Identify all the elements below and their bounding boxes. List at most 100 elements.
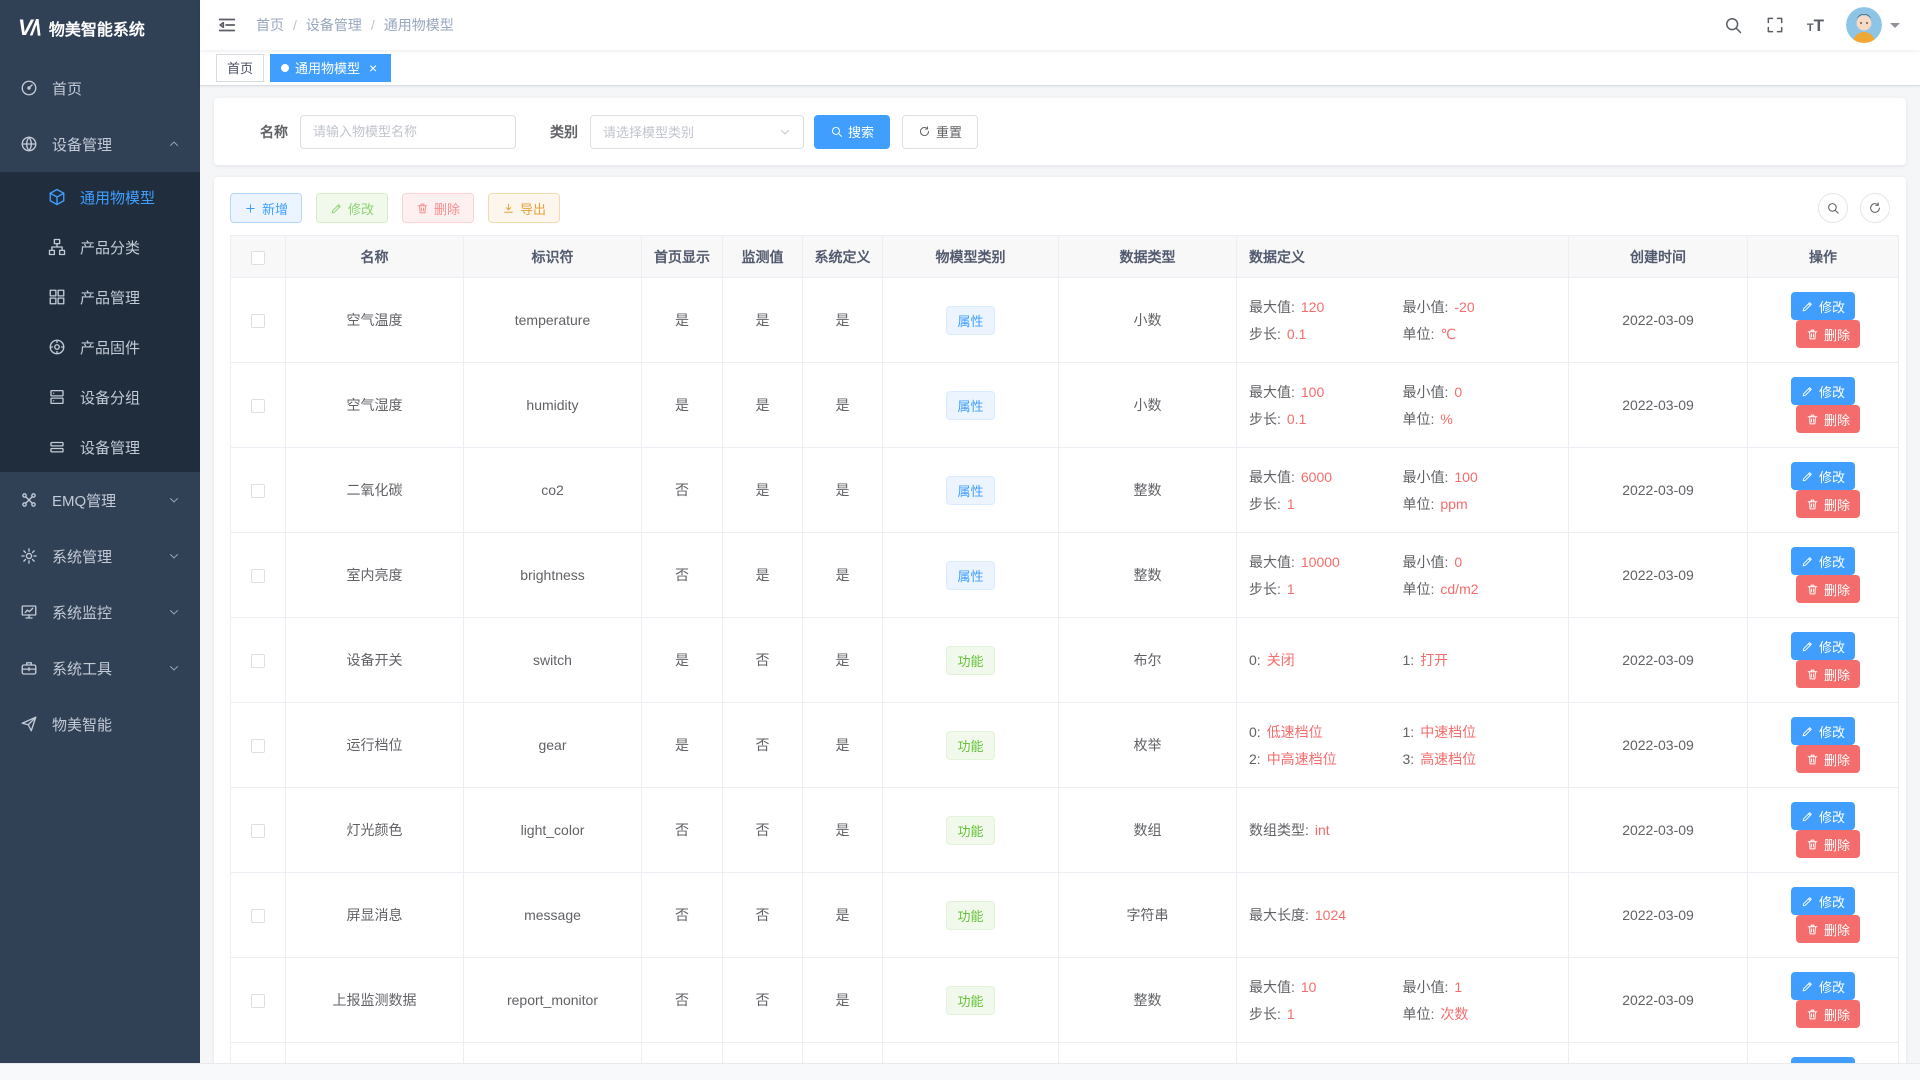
row-checkbox[interactable] <box>251 909 265 923</box>
sidebar-item-label: 产品管理 <box>80 287 180 308</box>
close-icon[interactable]: × <box>366 61 380 75</box>
tag-home[interactable]: 首页 <box>216 54 264 82</box>
cell-identifier: brightness <box>464 533 642 618</box>
category-filter-select[interactable]: 请选择模型类别 <box>590 115 804 149</box>
breadcrumb-device-management[interactable]: 设备管理 <box>306 15 362 35</box>
pencil-icon <box>1801 555 1814 568</box>
row-delete-button[interactable]: 删除 <box>1796 660 1860 688</box>
row-checkbox[interactable] <box>251 484 265 498</box>
row-checkbox[interactable] <box>251 654 265 668</box>
row-delete-button[interactable]: 删除 <box>1796 745 1860 773</box>
column-header-7: 数据定义 <box>1237 236 1569 278</box>
sidebar-item-device-list[interactable]: 设备管理 <box>0 422 200 472</box>
refresh-table-button[interactable] <box>1860 193 1890 223</box>
sidebar-item-system-monitor[interactable]: 系统监控 <box>0 584 200 640</box>
row-edit-button[interactable]: 修改 <box>1791 462 1855 490</box>
row-checkbox[interactable] <box>251 739 265 753</box>
row-edit-button[interactable]: 修改 <box>1791 887 1855 915</box>
plus-icon <box>244 202 257 215</box>
sidebar-item-product-category[interactable]: 产品分类 <box>0 222 200 272</box>
sidebar-toggle-icon[interactable] <box>216 14 238 36</box>
edit-button[interactable]: 修改 <box>316 193 388 223</box>
row-delete-button[interactable]: 删除 <box>1796 830 1860 858</box>
category-badge: 功能 <box>946 731 994 760</box>
sidebar-menu: 首页设备管理通用物模型产品分类产品管理产品固件设备分组设备管理EMQ管理系统管理… <box>0 56 200 1063</box>
sidebar-item-label: 通用物模型 <box>80 187 180 208</box>
trash-icon <box>1806 413 1819 426</box>
search-button[interactable]: 搜索 <box>814 115 890 149</box>
row-edit-button[interactable]: 修改 <box>1791 802 1855 830</box>
row-checkbox[interactable] <box>251 994 265 1008</box>
sidebar-item-thing-model[interactable]: 通用物模型 <box>0 172 200 222</box>
row-delete-button[interactable]: 删除 <box>1796 490 1860 518</box>
row-delete-button[interactable]: 删除 <box>1796 320 1860 348</box>
pencil-icon <box>1801 640 1814 653</box>
sidebar-item-device-management[interactable]: 设备管理 <box>0 116 200 172</box>
data-definition: 0:关闭1:打开 <box>1249 650 1556 670</box>
row-edit-button[interactable]: 修改 <box>1791 717 1855 745</box>
delete-button[interactable]: 删除 <box>402 193 474 223</box>
name-filter-input[interactable] <box>300 115 516 149</box>
row-edit-button[interactable]: 修改 <box>1791 972 1855 1000</box>
row-edit-button[interactable]: 修改 <box>1791 632 1855 660</box>
breadcrumb-home[interactable]: 首页 <box>256 15 284 35</box>
table-row: 空气温度temperature是是是属性小数最大值:120最小值:-20步长:0… <box>231 278 1899 363</box>
tag-thing-model[interactable]: 通用物模型 × <box>270 54 391 82</box>
sidebar-item-device-group[interactable]: 设备分组 <box>0 372 200 422</box>
sidebar-item-product-firmware[interactable]: 产品固件 <box>0 322 200 372</box>
select-all-checkbox[interactable] <box>251 251 265 265</box>
sidebar-item-product-management[interactable]: 产品管理 <box>0 272 200 322</box>
pencil-icon <box>1801 470 1814 483</box>
scrollbar-track[interactable] <box>0 1063 1920 1080</box>
edit-button-label: 修改 <box>348 199 374 218</box>
column-header-4: 系统定义 <box>803 236 883 278</box>
font-size-icon[interactable]: TT <box>1807 17 1824 34</box>
trash-icon <box>1806 668 1819 681</box>
chevron-up-icon <box>168 138 180 150</box>
row-checkbox[interactable] <box>251 824 265 838</box>
row-edit-button[interactable]: 修改 <box>1791 377 1855 405</box>
row-delete-button[interactable]: 删除 <box>1796 405 1860 433</box>
reset-button[interactable]: 重置 <box>902 115 978 149</box>
cell-created-time: 2022-03-09 <box>1569 363 1748 448</box>
sidebar-item-emq-management[interactable]: EMQ管理 <box>0 472 200 528</box>
cell-monitor: 否 <box>723 618 803 703</box>
user-menu[interactable] <box>1846 7 1900 43</box>
sidebar-item-system-management[interactable]: 系统管理 <box>0 528 200 584</box>
fullscreen-icon[interactable] <box>1765 15 1785 35</box>
column-header-9: 操作 <box>1748 236 1899 278</box>
sidebar-item-label: 系统工具 <box>52 658 168 679</box>
row-delete-button[interactable]: 删除 <box>1796 575 1860 603</box>
row-checkbox[interactable] <box>251 569 265 583</box>
top-navbar: 首页 / 设备管理 / 通用物模型 TT <box>200 0 1920 50</box>
sidebar-item-home[interactable]: 首页 <box>0 60 200 116</box>
cell-system-defined: 是 <box>803 788 883 873</box>
data-definition: 最大值:120最小值:-20步长:0.1单位:℃ <box>1249 297 1556 344</box>
row-checkbox[interactable] <box>251 314 265 328</box>
show-search-button[interactable] <box>1818 193 1848 223</box>
cell-created-time: 2022-03-09 <box>1569 788 1748 873</box>
filter-card: 名称 类别 请选择模型类别 搜索 重置 <box>214 98 1906 165</box>
row-edit-button[interactable]: 修改 <box>1791 547 1855 575</box>
row-edit-button[interactable]: 修改 <box>1791 1057 1855 1063</box>
row-edit-button[interactable]: 修改 <box>1791 292 1855 320</box>
cell-system-defined: 是 <box>803 618 883 703</box>
export-button[interactable]: 导出 <box>488 193 560 223</box>
cell-data-type: 字符串 <box>1059 873 1237 958</box>
sidebar-item-wumei-smart[interactable]: 物美智能 <box>0 696 200 752</box>
header-select-all <box>231 236 286 278</box>
table-row: 室内亮度brightness否是是属性整数最大值:10000最小值:0步长:1单… <box>231 533 1899 618</box>
row-checkbox[interactable] <box>251 399 265 413</box>
submenu-device-management: 通用物模型产品分类产品管理产品固件设备分组设备管理 <box>0 172 200 472</box>
cell-name: 屏显消息 <box>286 873 464 958</box>
search-icon[interactable] <box>1723 15 1743 35</box>
chevron-down-icon <box>168 662 180 674</box>
row-delete-button[interactable]: 删除 <box>1796 915 1860 943</box>
chevron-down-icon <box>168 494 180 506</box>
sidebar-item-system-tools[interactable]: 系统工具 <box>0 640 200 696</box>
row-delete-button[interactable]: 删除 <box>1796 1000 1860 1028</box>
monitor-icon <box>20 603 38 621</box>
trash-icon <box>1806 753 1819 766</box>
pencil-icon <box>1801 725 1814 738</box>
add-button[interactable]: 新增 <box>230 193 302 223</box>
